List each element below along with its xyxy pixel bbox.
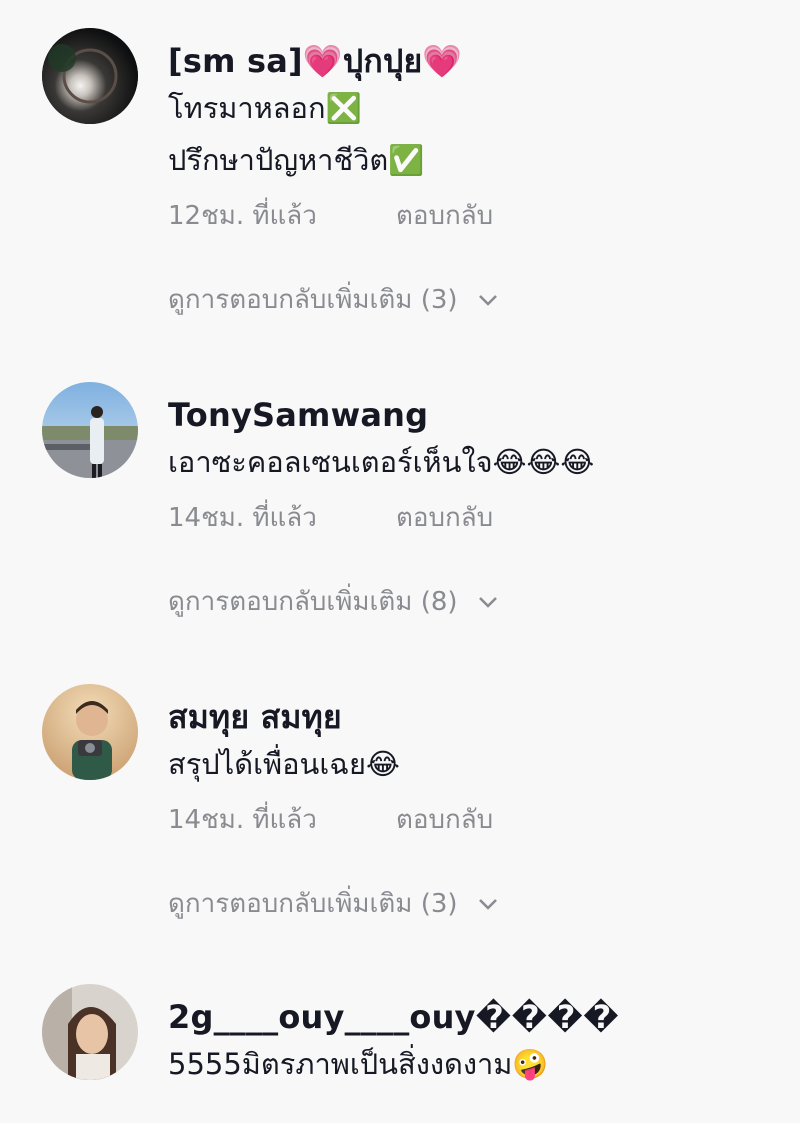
view-more-replies-label: ดูการตอบกลับเพิ่มเติม (3) [168,889,458,919]
avatar-image [42,984,138,1080]
avatar-image [42,28,138,124]
comment-text: สรุปได้เพื่อนเฉย😂 [168,747,400,781]
comment-text: 5555มิตรภาพเป็นสิ่งงดงาม🤪 [168,1047,549,1081]
comment-username[interactable]: สมทุย สมทุย [168,696,782,738]
view-more-replies-button[interactable]: ดูการตอบกลับเพิ่มเติม (3) [168,884,782,924]
view-more-replies-label: ดูการตอบกลับเพิ่มเติม (8) [168,587,458,617]
reply-button[interactable]: ตอบกลับ [396,800,493,840]
chevron-down-icon [478,897,498,911]
view-more-replies-button[interactable]: ดูการตอบกลับเพิ่มเติม (3) [168,280,782,320]
comment-timestamp: 12ชม. ที่แล้ว [168,201,317,231]
reply-button[interactable]: ตอบกลับ [396,498,493,538]
comment-timestamp: 14ชม. ที่แล้ว [168,503,317,533]
comment-text: เอาซะคอลเซนเตอร์เห็นใจ😂😂😂 [168,445,595,479]
avatar[interactable] [42,382,138,478]
avatar[interactable] [42,984,138,1080]
comment-text: โทรมาหลอก❎ ปรึกษาปัญหาชีวิต✅ [168,91,425,177]
comment-username[interactable]: 2g____ouy____ouy���� [168,996,782,1038]
comment-timestamp: 14ชม. ที่แล้ว [168,805,317,835]
chevron-down-icon [478,293,498,307]
avatar[interactable] [42,684,138,780]
comment-username[interactable]: TonySamwang [168,394,782,436]
chevron-down-icon [478,595,498,609]
reply-button[interactable]: ตอบกลับ [396,196,493,236]
avatar[interactable] [42,28,138,124]
comment-username[interactable]: [sm sa]💗ปุกปุย💗 [168,40,782,82]
view-more-replies-button[interactable]: ดูการตอบกลับเพิ่มเติม (8) [168,582,782,622]
avatar-image [42,684,138,780]
view-more-replies-label: ดูการตอบกลับเพิ่มเติม (3) [168,285,458,315]
avatar-image [42,382,138,478]
